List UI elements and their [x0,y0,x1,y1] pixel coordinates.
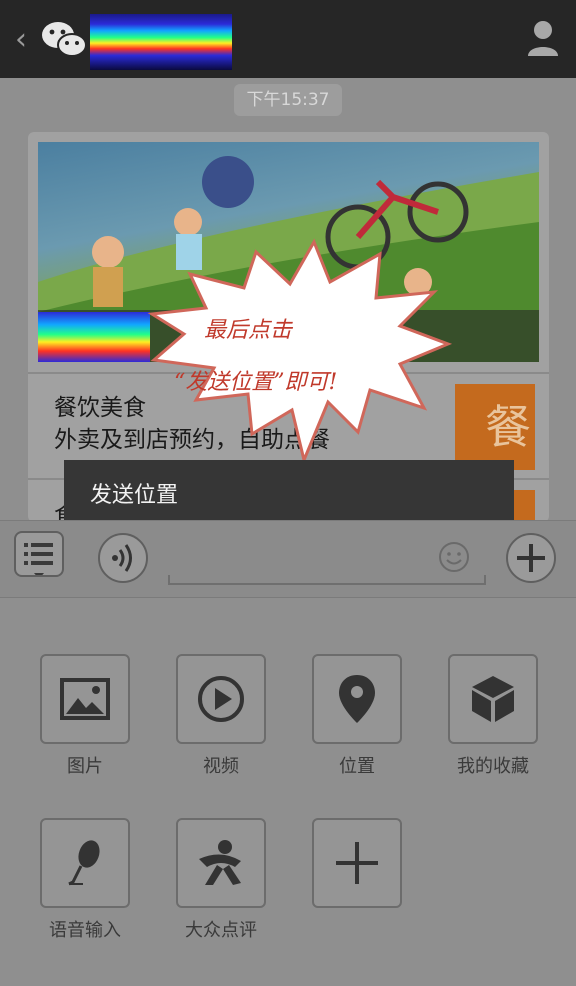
person-icon[interactable] [528,20,558,56]
tile-dianping[interactable] [176,818,266,908]
message-input[interactable] [168,575,486,585]
location-pin-icon [339,675,375,723]
item-thumbnail: 餐 [455,384,535,470]
list-menu-icon[interactable] [14,531,64,579]
dianping-icon [199,840,241,885]
chat-title-redacted [90,14,232,70]
input-bar [0,520,576,598]
message-timestamp: 下午15:37 [234,84,342,116]
banner-caption-redacted [38,312,150,362]
wechat-icon [42,22,87,57]
thumbnail-char: 餐 [485,400,531,454]
video-play-icon [198,676,244,722]
favorites-cube-icon [472,676,514,722]
tile-label: 我的收藏 [457,756,529,777]
attachment-panel: 图片 视频 位置 我的收藏 语音输入 大众点评 [0,598,576,986]
tile-video[interactable] [176,654,266,744]
tile-label: 图片 [67,756,103,777]
tile-add[interactable] [312,818,402,908]
annotation-burst [147,238,453,465]
voice-icon[interactable] [98,533,148,583]
tile-voice-input[interactable] [40,818,130,908]
image-icon [60,678,110,720]
microphone-icon [68,840,100,886]
tile-location[interactable] [312,654,402,744]
tile-image[interactable] [40,654,130,744]
tile-label: 位置 [339,756,375,777]
tile-favorites[interactable] [448,654,538,744]
tile-label: 视频 [203,756,239,777]
tile-label: 大众点评 [185,920,257,941]
annotation-line-2: “发送位置”即可! [174,370,338,395]
chevron-left-icon[interactable]: ‹ [6,22,36,57]
annotation-line-1: 最后点击 [204,318,293,343]
tile-label: 语音输入 [49,920,121,941]
plus-icon[interactable] [506,533,556,583]
add-icon [336,842,378,884]
emoji-icon[interactable] [438,541,470,573]
